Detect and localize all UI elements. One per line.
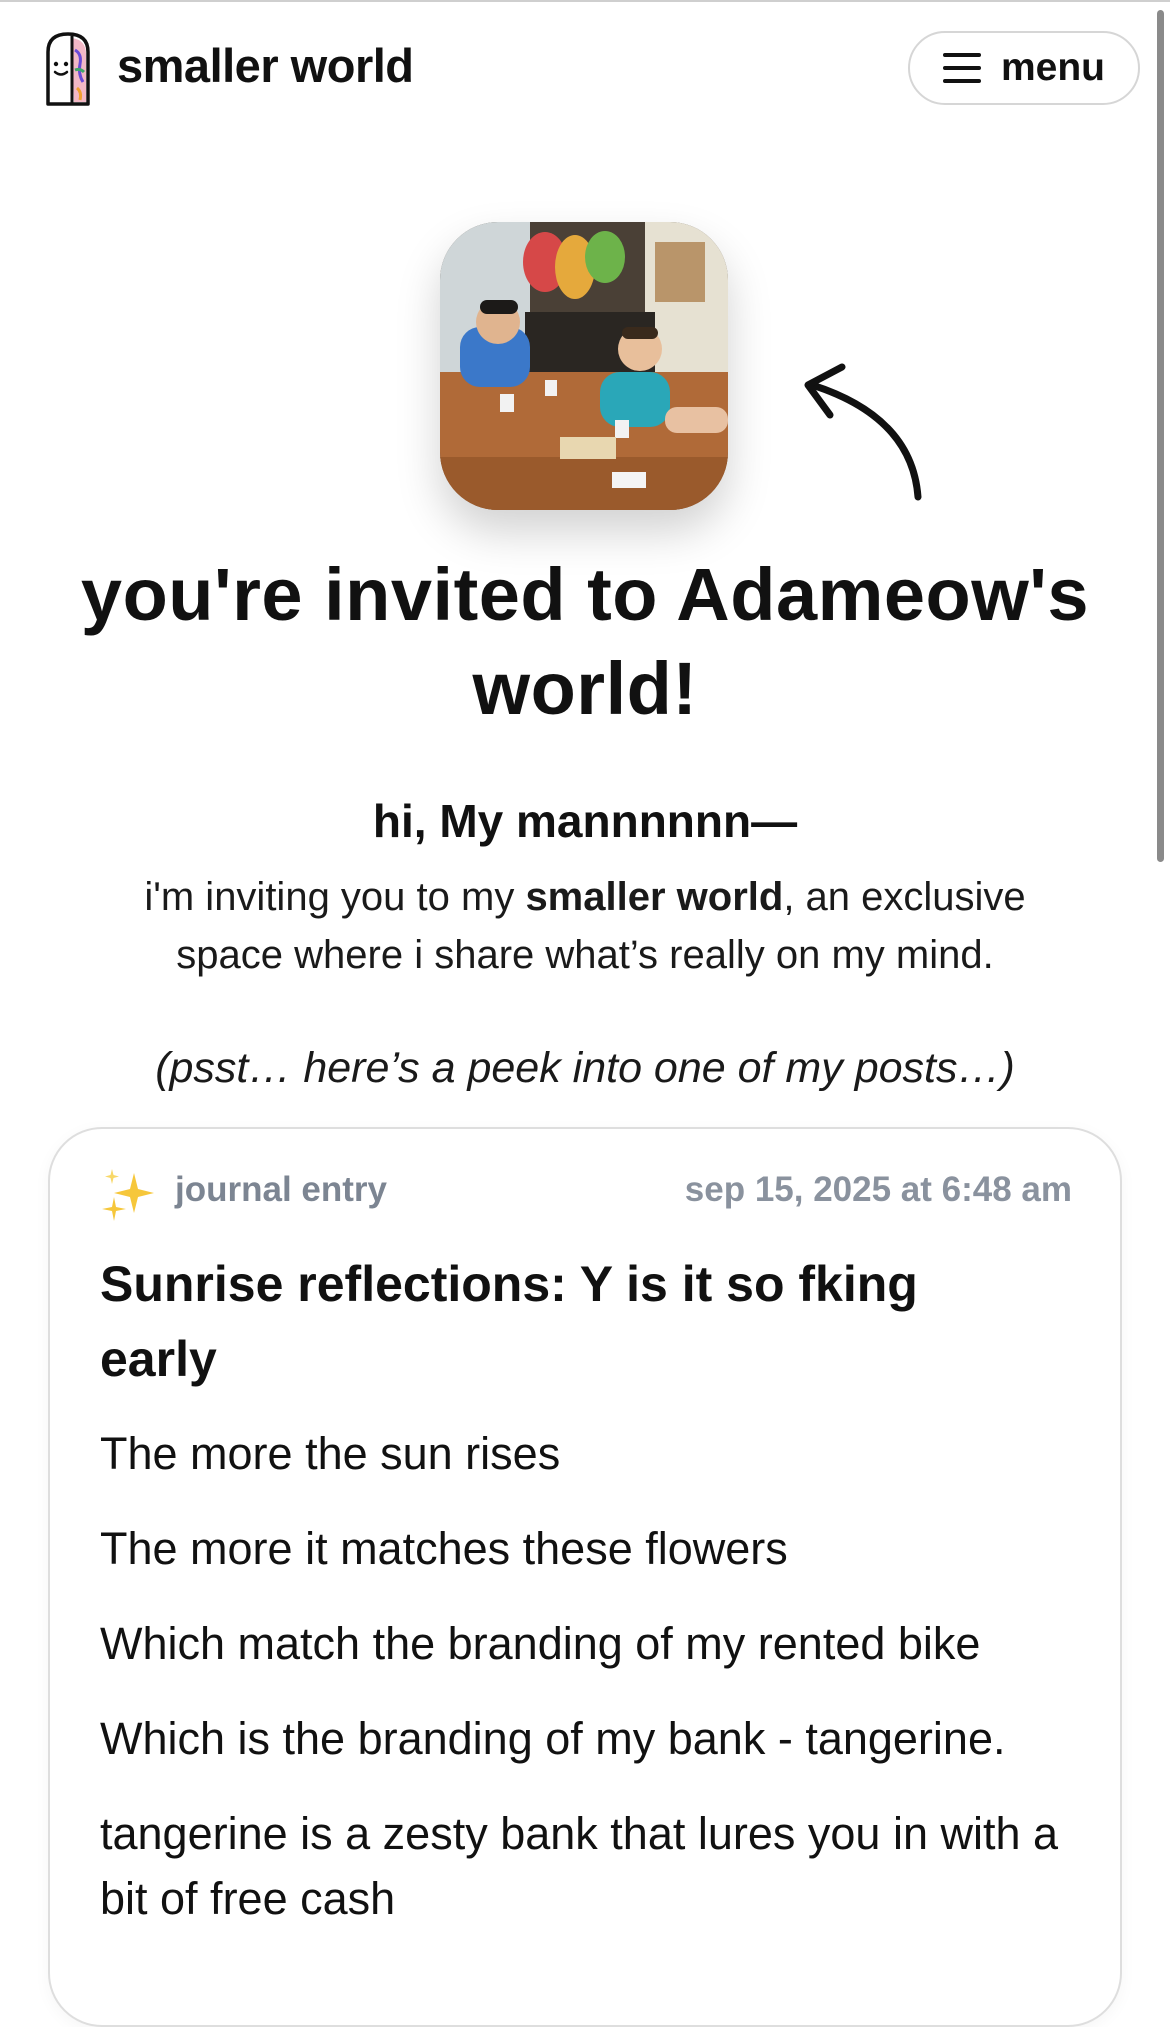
- greeting-text: hi, My mannnnnn—: [372, 795, 798, 847]
- profile-photo: [440, 222, 728, 510]
- post-type-label: journal entry: [175, 1170, 387, 1209]
- post-line: The more the sun rises: [100, 1428, 561, 1479]
- post-line: Which match the branding of my rented bi…: [100, 1618, 981, 1669]
- post-line: Which is the branding of my bank - tange…: [100, 1713, 1006, 1764]
- curved-arrow-icon: [804, 363, 922, 501]
- post-timestamp: sep 15, 2025 at 6:48 am: [684, 1170, 1072, 1209]
- intro-brand-highlight: smaller world: [525, 875, 784, 919]
- invite-title: you're invited to Adameow's world!: [40, 548, 1130, 736]
- page-scrollbar[interactable]: [1157, 10, 1164, 862]
- menu-label: menu: [1000, 46, 1105, 89]
- post-body: The more the sun rises The more it match…: [100, 1421, 1070, 1961]
- intro-text-start: i'm inviting you to my: [144, 875, 526, 919]
- hamburger-menu-icon: [942, 53, 981, 83]
- invite-title-prefix: you're invited to: [80, 553, 677, 636]
- brand-name[interactable]: smaller world: [117, 38, 414, 93]
- invite-intro: i'm inviting you to my smaller world, an…: [95, 868, 1075, 984]
- sparkles-icon: [102, 1169, 154, 1221]
- door-logo-icon[interactable]: [42, 30, 94, 108]
- menu-button[interactable]: menu: [908, 31, 1140, 105]
- site-header: smaller world menu: [0, 0, 1170, 140]
- post-line: The more it matches these flowers: [100, 1523, 788, 1574]
- peek-caption: (psst… here’s a peek into one of my post…: [155, 1044, 1015, 1092]
- post-preview-card[interactable]: journal entry sep 15, 2025 at 6:48 am Su…: [48, 1127, 1122, 2027]
- post-title: Sunrise reflections: Y is it so fking ea…: [100, 1256, 918, 1387]
- post-line: tangerine is a zesty bank that lures you…: [100, 1808, 1059, 1924]
